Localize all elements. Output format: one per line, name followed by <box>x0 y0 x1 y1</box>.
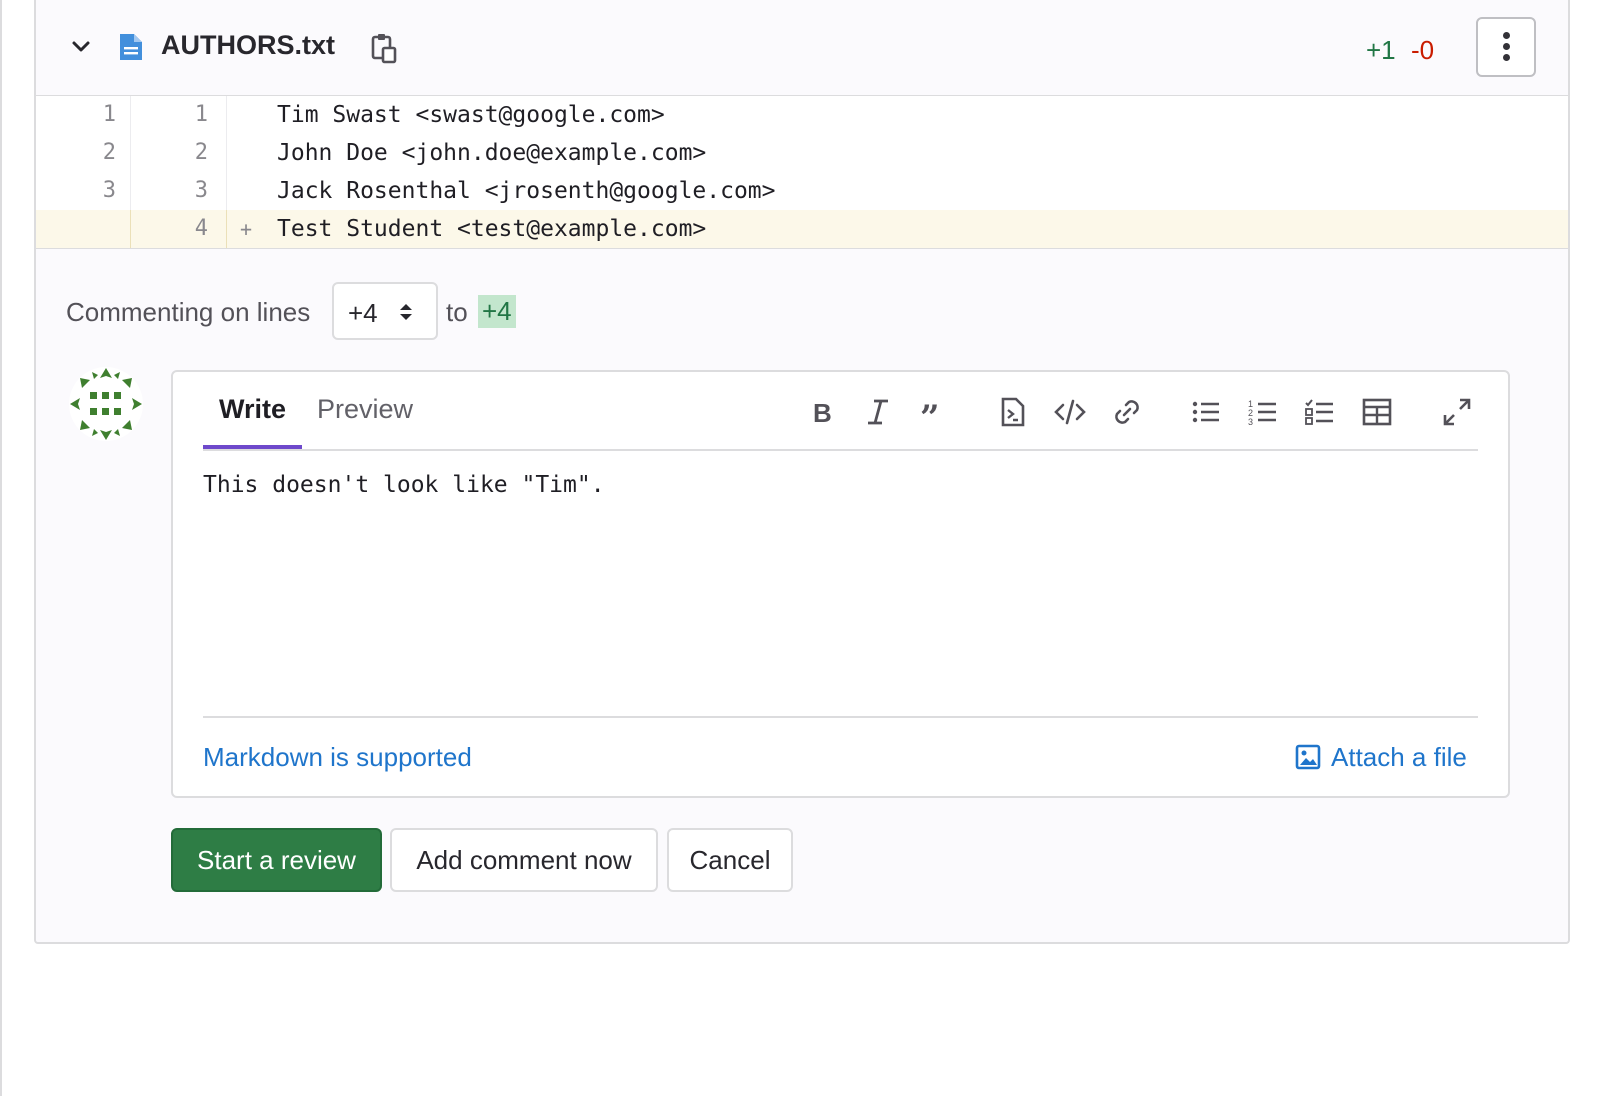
user-avatar[interactable] <box>68 366 144 442</box>
diff-row: 3 3 Jack Rosenthal <jrosenth@google.com> <box>36 172 1568 210</box>
code-icon[interactable] <box>1054 396 1086 428</box>
file-text-icon <box>120 34 142 60</box>
diff-divider <box>36 248 1568 249</box>
comment-editor: Write Preview B ” 123 This doesn't look … <box>171 370 1510 798</box>
new-line-number[interactable]: 2 <box>132 134 208 172</box>
diff-row: 2 2 John Doe <john.doe@example.com> <box>36 134 1568 172</box>
suggestion-icon[interactable] <box>997 396 1029 428</box>
editor-footer-divider <box>203 716 1478 718</box>
link-icon[interactable] <box>1111 396 1143 428</box>
diff-table: 1 1 Tim Swast <swast@google.com> 2 2 Joh… <box>36 96 1568 248</box>
range-start-value: +4 <box>348 298 378 328</box>
add-comment-now-button[interactable]: Add comment now <box>390 828 658 892</box>
range-start-select[interactable]: +4 <box>332 282 438 340</box>
svg-text:3: 3 <box>1248 417 1253 427</box>
toolbar-divider <box>203 449 1478 451</box>
diff-row-added: 4 + Test Student <test@example.com> <box>36 210 1568 248</box>
kebab-dot <box>1503 32 1510 39</box>
added-lines-count: +1 <box>1366 35 1396 65</box>
bullet-list-icon[interactable] <box>1190 396 1222 428</box>
range-label: Commenting on lines <box>66 297 311 327</box>
italic-icon[interactable] <box>862 396 894 428</box>
copy-path-icon[interactable] <box>370 32 398 64</box>
gutter-divider <box>130 172 131 210</box>
file-name[interactable]: AUTHORS.txt <box>161 30 335 61</box>
attach-file-label: Attach a file <box>1331 742 1467 772</box>
gutter-divider <box>226 172 227 210</box>
chevron-down-icon[interactable] <box>70 36 92 58</box>
diff-code-line: Test Student <test@example.com> <box>277 216 707 242</box>
comment-textarea[interactable]: This doesn't look like "Tim". <box>203 472 605 498</box>
attach-file-button[interactable]: Attach a file <box>1295 742 1467 773</box>
new-line-number[interactable]: 4 <box>132 210 208 248</box>
range-to-label: to <box>446 297 468 327</box>
start-review-button[interactable]: Start a review <box>171 828 382 892</box>
diff-code-line: Tim Swast <swast@google.com> <box>277 102 665 128</box>
sort-arrows-icon <box>400 304 412 320</box>
kebab-dot <box>1503 54 1510 61</box>
new-line-number[interactable]: 3 <box>132 172 208 210</box>
kebab-dot <box>1503 43 1510 50</box>
page-border <box>0 0 2 1096</box>
diff-file-card: AUTHORS.txt +1 -0 1 1 Tim Swast <swast@g… <box>34 0 1570 944</box>
numbered-list-icon[interactable]: 123 <box>1247 396 1279 428</box>
old-line-number[interactable] <box>36 210 116 248</box>
file-header: AUTHORS.txt +1 -0 <box>36 0 1568 96</box>
gutter-divider <box>226 96 227 134</box>
diff-marker: + <box>240 217 253 241</box>
file-options-button[interactable] <box>1476 17 1536 77</box>
old-line-number[interactable]: 1 <box>36 96 116 134</box>
markdown-help-link[interactable]: Markdown is supported <box>203 742 472 773</box>
new-line-number[interactable]: 1 <box>132 96 208 134</box>
task-list-icon[interactable] <box>1304 396 1336 428</box>
old-line-number[interactable]: 2 <box>36 134 116 172</box>
diff-row: 1 1 Tim Swast <swast@google.com> <box>36 96 1568 134</box>
fullscreen-icon[interactable] <box>1441 396 1473 428</box>
svg-text:”: ” <box>920 398 940 428</box>
removed-lines-count: -0 <box>1411 35 1435 65</box>
gutter-divider <box>130 210 131 248</box>
range-end-value: +4 <box>478 295 516 328</box>
bold-icon[interactable]: B <box>805 396 837 428</box>
diff-code-line: John Doe <john.doe@example.com> <box>277 140 707 166</box>
gutter-divider <box>226 134 227 172</box>
tab-write[interactable]: Write <box>219 394 286 425</box>
gutter-divider <box>226 210 227 248</box>
diff-code-line: Jack Rosenthal <jrosenth@google.com> <box>277 178 776 204</box>
svg-text:B: B <box>813 398 832 428</box>
image-icon <box>1295 744 1321 770</box>
gutter-divider <box>130 96 131 134</box>
old-line-number[interactable]: 3 <box>36 172 116 210</box>
tab-preview[interactable]: Preview <box>317 394 413 425</box>
gutter-divider <box>130 134 131 172</box>
cancel-button[interactable]: Cancel <box>667 828 793 892</box>
table-icon[interactable] <box>1361 396 1393 428</box>
quote-icon[interactable]: ” <box>919 396 951 438</box>
